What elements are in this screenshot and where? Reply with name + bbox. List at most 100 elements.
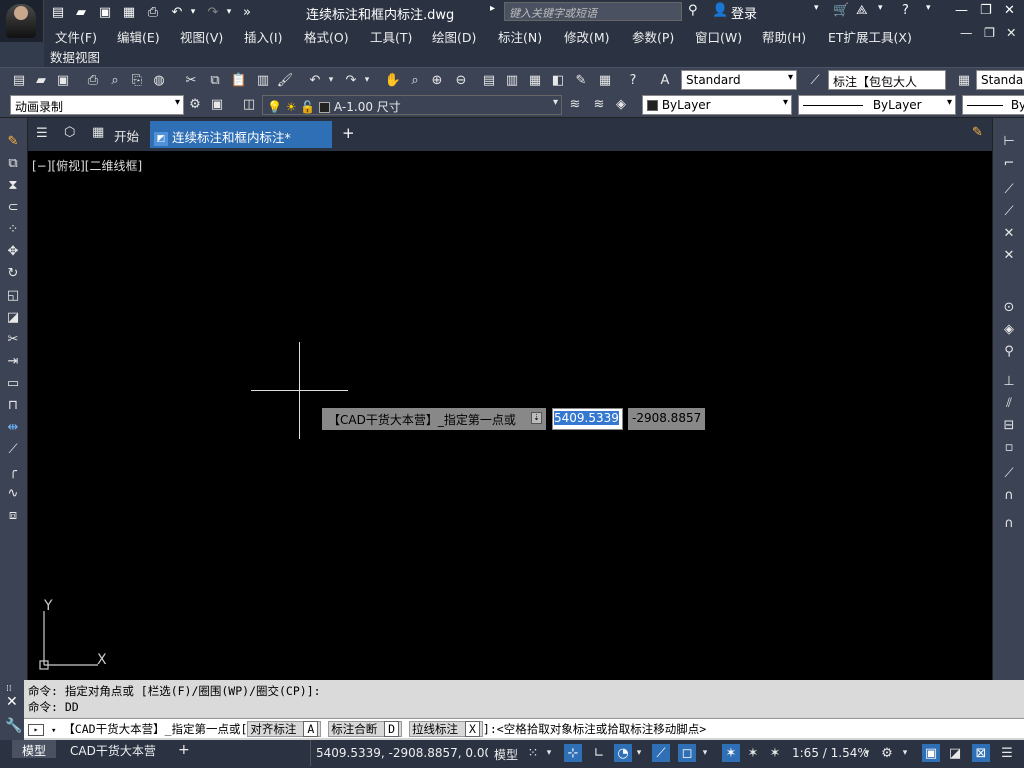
zoom-previous-icon[interactable]: ⊖: [452, 71, 470, 89]
zoom-realtime-icon[interactable]: ⌕: [406, 71, 424, 89]
option-aligned-dim[interactable]: 对齐标注 A: [247, 721, 322, 737]
fillet-icon[interactable]: ╭: [4, 462, 22, 480]
workspace-icon[interactable]: ▣: [922, 744, 940, 762]
menu-help[interactable]: 帮助(H): [762, 27, 806, 46]
jogged-dim-icon[interactable]: ✕: [1000, 246, 1018, 264]
help-icon[interactable]: ?: [902, 3, 909, 18]
continue-dim-icon[interactable]: ⫽: [1000, 394, 1018, 412]
chevron-down-icon[interactable]: ▾: [544, 744, 554, 762]
ortho-icon[interactable]: ∟: [590, 744, 608, 762]
drawing-canvas[interactable]: [−][俯视][二维线框] 【CAD干货大本营】_指定第一点或 ⇣ 5409.5…: [28, 151, 992, 680]
calculator-icon[interactable]: ▦: [596, 71, 614, 89]
menu-data-view[interactable]: 数据视图: [50, 47, 100, 66]
save-icon[interactable]: ▣: [54, 71, 72, 89]
erase-icon[interactable]: ✎: [4, 132, 22, 150]
tab-active-drawing[interactable]: ◩ 连续标注和框内标注*: [150, 121, 332, 148]
command-line[interactable]: ▸ ▾ 【CAD干货大本营】_指定第一点或[对齐标注 A 标注合断 D 拉线标注…: [24, 718, 1024, 738]
chevron-down-icon[interactable]: ▾: [900, 744, 910, 762]
aligned-dim-icon[interactable]: ⌐: [1000, 154, 1018, 172]
linear-dim-icon[interactable]: ⊢: [1000, 132, 1018, 150]
color-select[interactable]: ByLayer ▾: [642, 95, 792, 115]
print-icon[interactable]: ⎙: [144, 3, 162, 21]
option-leader-dim[interactable]: 拉线标注 X: [409, 721, 483, 737]
annotation-visibility-icon[interactable]: ✶: [722, 744, 740, 762]
gear-icon[interactable]: ⚙: [186, 95, 204, 113]
tab-model[interactable]: 模型: [12, 740, 57, 758]
isodraft-icon[interactable]: ⟋: [652, 744, 670, 762]
undo-dropdown-icon[interactable]: ▾: [188, 3, 198, 21]
gear-icon[interactable]: ⚙: [878, 744, 896, 762]
redo-dropdown-icon[interactable]: ▾: [224, 3, 234, 21]
cut-icon[interactable]: ✂: [182, 71, 200, 89]
copy-icon[interactable]: ⧉: [206, 71, 224, 89]
center-mark-icon[interactable]: ∩: [1000, 486, 1018, 504]
layer-select[interactable]: 💡 ☀ 🔓 A-1.00 尺寸 ▾: [262, 95, 562, 115]
layers-icon[interactable]: ⬡: [64, 125, 75, 140]
dim-style-select[interactable]: 标注【包包大人: [828, 70, 946, 90]
workspace-select[interactable]: 动画录制 ▾: [10, 95, 184, 115]
customization-icon[interactable]: ☰: [998, 744, 1016, 762]
annotation-scale-icon[interactable]: ✶: [766, 744, 784, 762]
coordinate-y-input[interactable]: -2908.8857: [628, 408, 705, 430]
add-layout-button[interactable]: +: [168, 740, 200, 758]
dim-style-icon[interactable]: ⟋: [806, 71, 824, 89]
table-style-icon[interactable]: ▦: [955, 71, 973, 89]
menu-file[interactable]: 文件(F): [55, 27, 97, 46]
chevron-down-icon[interactable]: ▾: [700, 744, 710, 762]
globe-icon[interactable]: ◍: [150, 71, 168, 89]
tool-palettes-icon[interactable]: ▦: [526, 71, 544, 89]
menu-window[interactable]: 窗口(W): [695, 27, 742, 46]
publish-icon[interactable]: ⎘: [128, 71, 146, 89]
menu-list-icon[interactable]: ☰: [36, 126, 48, 141]
redo-icon[interactable]: ↷: [342, 71, 360, 89]
chamfer-icon[interactable]: ⟋: [4, 440, 22, 458]
cart-icon[interactable]: 🛒: [833, 3, 849, 18]
menu-draw[interactable]: 绘图(D): [432, 27, 476, 46]
doc-close-icon[interactable]: ✕: [1006, 25, 1016, 40]
menu-insert[interactable]: 插入(I): [244, 27, 282, 46]
text-style-select[interactable]: Standard ▾: [681, 70, 797, 90]
break-icon[interactable]: ▭: [4, 374, 22, 392]
wrench-icon[interactable]: 🔧: [5, 718, 22, 734]
brush-icon[interactable]: 🖌: [276, 71, 294, 89]
dim-space-icon[interactable]: ⊟: [1000, 416, 1018, 434]
minimize-icon[interactable]: —: [955, 3, 968, 18]
arc-length-icon[interactable]: ⟋: [1000, 180, 1018, 198]
layer-state-icon[interactable]: ◈: [612, 95, 630, 113]
sheet-set-icon[interactable]: ◧: [549, 71, 567, 89]
save-icon[interactable]: ▣: [96, 3, 114, 21]
doc-minimize-icon[interactable]: —: [960, 25, 973, 40]
new-file-icon[interactable]: ▤: [49, 3, 67, 21]
paste-icon[interactable]: 📋: [230, 71, 248, 89]
user-icon[interactable]: 👤: [712, 3, 728, 18]
open-icon[interactable]: ▰: [32, 71, 50, 89]
table-style-select[interactable]: Standar: [976, 70, 1024, 90]
array-icon[interactable]: ⁘: [4, 220, 22, 238]
match-prop-icon[interactable]: ▥: [254, 71, 272, 89]
coordinate-x-input[interactable]: 5409.5339: [552, 408, 623, 430]
plot-preview-icon[interactable]: ⌕: [106, 71, 124, 89]
tab-layout[interactable]: CAD干货大本营: [60, 740, 166, 758]
grip-icon[interactable]: ⁞⁞: [6, 684, 12, 694]
help-dropdown-icon[interactable]: ▾: [926, 3, 931, 13]
binoculars-icon[interactable]: ⚲: [688, 3, 698, 18]
dim-break-icon[interactable]: ▫: [1000, 438, 1018, 456]
doc-restore-icon[interactable]: ❐: [984, 25, 995, 40]
text-style-icon[interactable]: A: [656, 71, 674, 89]
screen-record-icon[interactable]: ▣: [208, 95, 226, 113]
viewport-controls[interactable]: [−][俯视][二维线框]: [32, 157, 142, 174]
markup-icon[interactable]: ✎: [572, 71, 590, 89]
trim-icon[interactable]: ✂: [4, 330, 22, 348]
search-expand-icon[interactable]: ▸: [490, 3, 495, 14]
restore-icon[interactable]: ❐: [980, 3, 992, 18]
model-space-toggle[interactable]: 模型: [494, 746, 518, 763]
open-folder-icon[interactable]: ▰: [72, 3, 90, 21]
copy-object-icon[interactable]: ⧉: [4, 154, 22, 172]
grid-icon[interactable]: ⁙: [524, 744, 542, 762]
scale-icon[interactable]: ◱: [4, 286, 22, 304]
make-current-icon[interactable]: ≋: [566, 95, 584, 113]
baseline-dim-icon[interactable]: ⊥: [1000, 372, 1018, 390]
menu-express-tools[interactable]: ET扩展工具(X): [828, 27, 912, 46]
diameter-dim-icon[interactable]: ⊙: [1000, 298, 1018, 316]
command-window-handle[interactable]: ⁞⁞ ✕ 🔧: [0, 680, 24, 740]
